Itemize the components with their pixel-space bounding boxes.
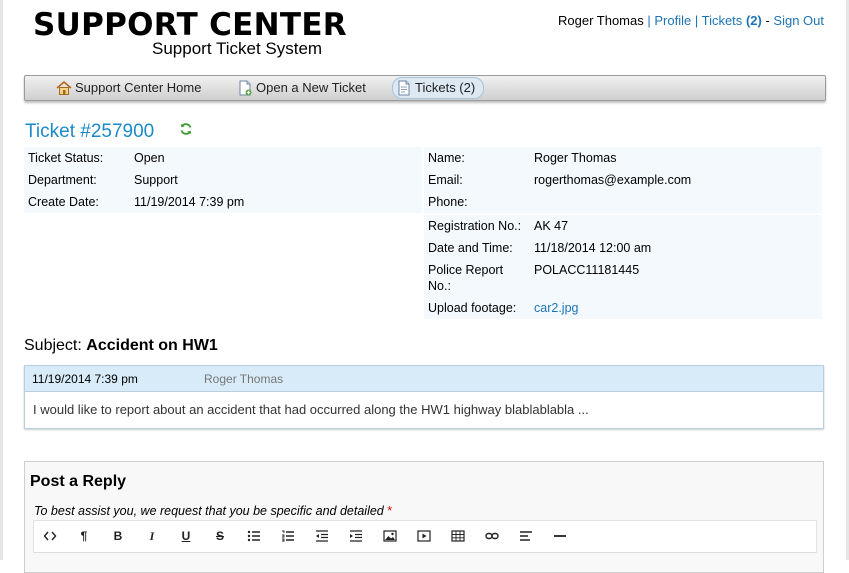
bold-button[interactable]: B [108,527,128,545]
tickets-count: (2) [745,13,762,28]
paragraph-icon: ¶ [80,529,88,543]
thread-date: 11/19/2014 7:39 pm [32,372,138,386]
strikethrough-button[interactable]: S [210,527,230,545]
upload-footage-link[interactable]: car2.jpg [534,301,578,315]
date-time-value: 11/18/2014 12:00 am [534,241,652,255]
required-mark: * [387,504,393,518]
ticket-title: Ticket #257900 [25,121,155,142]
italic-button[interactable]: I [142,527,162,545]
indent-button[interactable] [346,527,366,545]
phone-label: Phone: [428,195,468,209]
nav-tickets-label: Tickets (2) [415,80,476,95]
logo-subtitle: Support Ticket System [152,39,323,58]
image-icon [383,530,397,542]
user-nav: Roger Thomas | Profile | Tickets (2) - S… [558,13,824,28]
upload-footage-label: Upload footage: [428,301,517,315]
main-nav-bar: Support Center Home Open a New Ticket Ti… [24,75,826,101]
insert-image-button[interactable] [380,527,400,545]
create-date-label: Create Date: [28,195,99,209]
paragraph-button[interactable]: ¶ [74,527,94,545]
reply-hint: To best assist you, we request that you … [34,504,392,518]
video-icon [417,530,431,542]
editor-toolbar: ¶ B I U S [33,520,817,553]
ordered-list-button[interactable] [278,527,298,545]
link-icon [485,532,499,540]
thread-entry: 11/19/2014 7:39 pm Roger Thomas I would … [24,365,824,429]
refresh-icon[interactable] [179,122,193,136]
name-label: Name: [428,151,465,165]
subject-label: Subject: [24,337,82,354]
nav-home[interactable]: Support Center Home [53,78,201,98]
status-label: Ticket Status: [28,151,104,165]
reply-title: Post a Reply [30,473,127,490]
nav-new-ticket-label: Open a New Ticket [256,80,366,95]
tickets-link-label: Tickets [701,13,743,28]
new-ticket-icon [239,80,252,96]
insert-video-button[interactable] [414,527,434,545]
email-value: rogerthomas@example.com [534,173,692,187]
name-value: Roger Thomas [534,151,617,165]
align-button[interactable] [516,527,536,545]
table-icon [451,530,465,542]
logo-title: SUPPORT CENTER [33,7,347,43]
ordered-list-icon [282,530,294,542]
align-left-icon [520,531,532,541]
nav-home-label: Support Center Home [75,80,202,95]
date-time-label: Date and Time: [428,241,513,255]
subject-value: Accident on HW1 [86,337,218,354]
police-report-label-line1: Police Report [428,263,504,277]
italic-icon: I [149,529,155,543]
department-label: Department: [28,173,97,187]
indent-icon [350,530,362,542]
ticket-subject: Subject: Accident on HW1 [24,337,218,355]
create-date-value: 11/19/2014 7:39 pm [134,195,245,209]
unordered-list-button[interactable] [244,527,264,545]
insert-link-button[interactable] [482,527,502,545]
bold-icon: B [113,529,123,543]
registration-label: Registration No.: [428,219,522,233]
horizontal-rule-icon [554,535,566,537]
site-logo[interactable]: SUPPORT CENTER Support Ticket System [33,7,347,58]
outdent-button[interactable] [312,527,332,545]
separator: | [694,13,702,28]
thread-header: 11/19/2014 7:39 pm Roger Thomas [25,366,823,392]
department-value: Support [134,173,178,187]
post-reply-box: Post a Reply To best assist you, we requ… [24,461,824,573]
underline-icon: U [181,529,191,543]
police-report-value: POLACC11181445 [534,263,640,277]
reply-hint-text: To best assist you, we request that you … [34,504,384,518]
police-report-label-line2: No.: [428,279,451,293]
thread-author: Roger Thomas [204,372,284,386]
user-name: Roger Thomas [557,13,644,28]
status-value: Open [134,151,165,165]
tickets-icon [398,80,410,96]
nav-tickets[interactable]: Tickets (2) [392,77,485,99]
thread-message: I would like to report about an accident… [33,402,589,417]
strikethrough-icon: S [215,529,224,543]
html-code-button[interactable] [40,527,60,545]
signout-link[interactable]: Sign Out [773,13,824,28]
tickets-link[interactable]: Tickets (2) [702,13,762,28]
home-icon [56,80,72,95]
window-frame-left [0,0,3,560]
horizontal-rule-button[interactable] [550,527,570,545]
insert-table-button[interactable] [448,527,468,545]
code-icon [43,531,57,541]
underline-button[interactable]: U [176,527,196,545]
outdent-icon [316,530,328,542]
profile-link[interactable]: Profile [654,13,691,28]
registration-value: AK 47 [534,219,569,233]
unordered-list-icon [247,530,260,542]
email-label: Email: [428,173,463,187]
nav-new-ticket[interactable]: Open a New Ticket [234,78,366,98]
